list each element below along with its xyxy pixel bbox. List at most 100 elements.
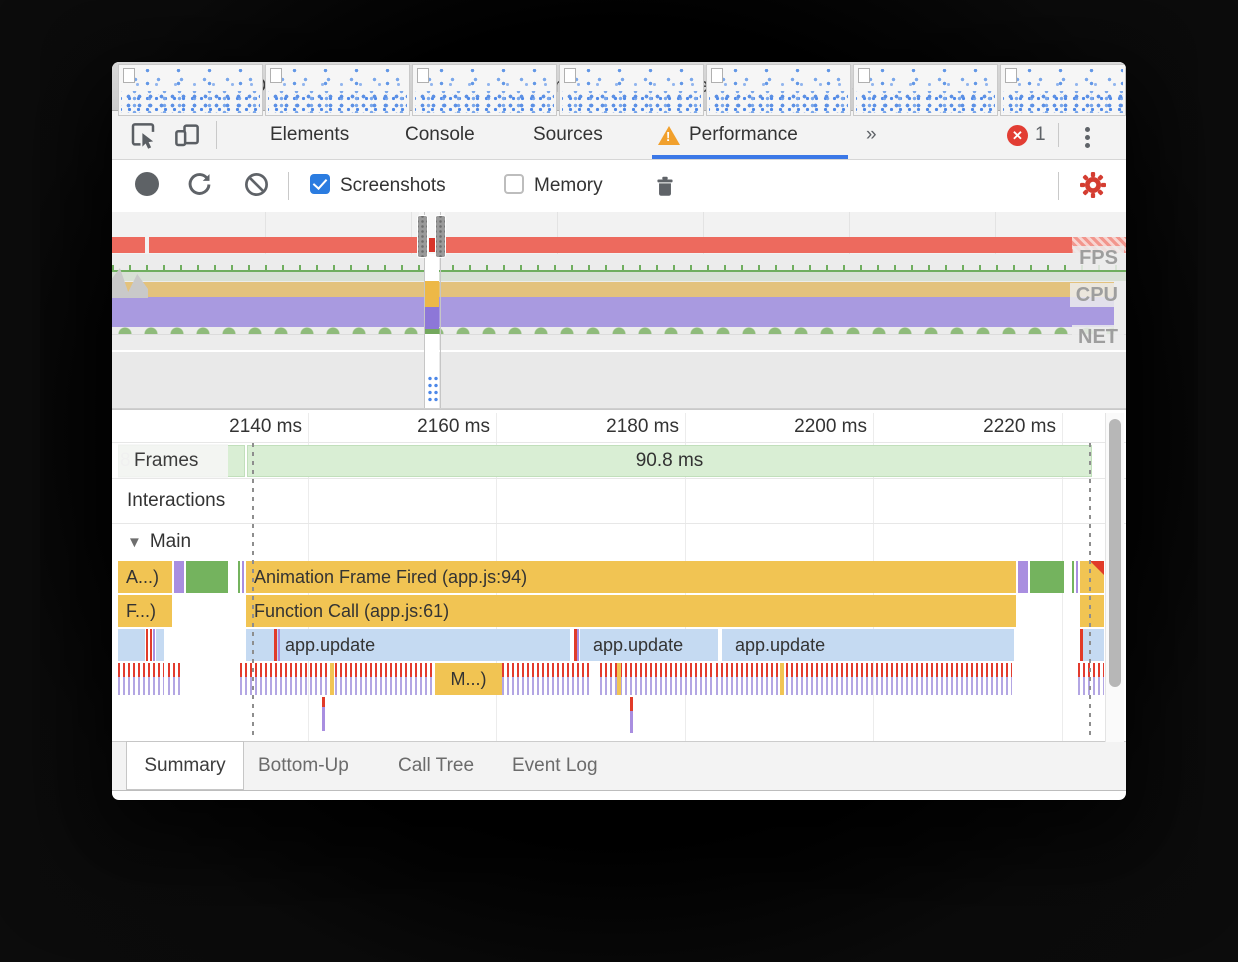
more-tabs-chevron[interactable]: » [866, 111, 877, 159]
flame-event-clipped[interactable]: A...) [118, 561, 172, 593]
active-tab-underline [652, 155, 848, 159]
row-divider [112, 442, 1126, 443]
toolbar-divider [216, 121, 217, 149]
screenshot-filmstrip [112, 352, 1126, 409]
tab-event-log[interactable]: Event Log [512, 742, 598, 790]
warning-icon [658, 126, 680, 145]
tab-elements[interactable]: Elements [270, 111, 349, 159]
thumbnail-ui-chrome [270, 68, 282, 83]
fps-lane-label: FPS [1073, 246, 1124, 270]
flame-chart-pane: 2140 ms 2160 ms 2180 ms 2200 ms 2220 ms … [112, 409, 1126, 742]
dense-layout-events[interactable] [502, 663, 592, 695]
thumbnail-ui-chrome [123, 68, 135, 83]
flame-event-clipped-right[interactable] [1080, 595, 1104, 627]
flame-sliver [330, 663, 334, 695]
tabbar-divider [1058, 123, 1059, 147]
dense-layout-events[interactable] [716, 663, 1012, 695]
flame-event-minor-gc[interactable]: M...) [435, 663, 502, 695]
js-frame[interactable] [1083, 629, 1104, 661]
interactions-row-label: Interactions [127, 490, 226, 511]
flame-sliver [242, 561, 244, 593]
js-frame-app-update[interactable]: app.update [580, 629, 718, 661]
flame-sliver [274, 629, 277, 661]
flame-event-rendering[interactable] [1018, 561, 1028, 593]
thumbnail-ui-chrome [564, 68, 576, 83]
error-badge-icon[interactable]: ✕ [1007, 125, 1028, 146]
flame-sliver [153, 629, 155, 661]
memory-label[interactable]: Memory [534, 160, 603, 212]
frames-row-label: Frames [118, 444, 228, 478]
main-track-header[interactable]: ▼ Main [127, 525, 191, 559]
flame-event-function-call[interactable]: Function Call (app.js:61) [246, 595, 1016, 627]
frame-boundary-marker [252, 443, 254, 735]
thumbnail-ui-chrome [417, 68, 429, 83]
inspect-element-icon[interactable] [128, 120, 158, 150]
vertical-scrollbar[interactable] [1105, 413, 1124, 742]
filmstrip-thumbnail[interactable] [412, 64, 557, 116]
frame-duration-label: 90.8 ms [635, 450, 704, 471]
row-divider [112, 478, 1126, 479]
cpu-lane-label: CPU [1069, 283, 1124, 307]
screenshots-label[interactable]: Screenshots [340, 160, 446, 212]
collapse-arrow-icon[interactable]: ▼ [127, 534, 142, 551]
js-frame-app-update[interactable]: app.update [722, 629, 1014, 661]
filmstrip-thumbnail[interactable] [559, 64, 704, 116]
detail-tick: 2140 ms [229, 416, 302, 437]
tab-sources[interactable]: Sources [533, 111, 603, 159]
net-lane-label: NET [1072, 325, 1124, 349]
detail-tick: 2200 ms [794, 416, 867, 437]
device-toolbar-icon[interactable] [172, 120, 202, 150]
flame-event-clipped[interactable]: F...) [118, 595, 172, 627]
tab-bottom-up[interactable]: Bottom-Up [258, 742, 349, 790]
tab-performance[interactable]: Performance [689, 111, 798, 159]
detail-tick: 2180 ms [606, 416, 679, 437]
js-frame[interactable] [156, 629, 164, 661]
filmstrip-thumbnail[interactable] [1000, 64, 1126, 116]
detail-tick: 2220 ms [983, 416, 1056, 437]
flame-event-clipped-right[interactable] [1080, 561, 1104, 593]
frame-boundary-marker [1089, 443, 1091, 735]
panel-tab-bar: Elements Console Sources Performance » ✕… [112, 111, 1126, 160]
trash-icon[interactable] [652, 173, 678, 199]
flame-sliver [278, 629, 280, 661]
fps-chart-fill [112, 272, 1126, 281]
dense-layout-events[interactable] [1078, 663, 1104, 695]
kebab-menu-icon[interactable] [1085, 124, 1090, 151]
clear-recording-icon[interactable] [243, 171, 270, 198]
filmstrip-thumbnail[interactable] [118, 64, 263, 116]
dense-layout-events[interactable] [240, 663, 435, 695]
flame-event-rendering[interactable] [174, 561, 184, 593]
thumbnail-ui-chrome [858, 68, 870, 83]
scrollbar-thumb[interactable] [1109, 419, 1121, 687]
dense-layout-events[interactable] [118, 663, 164, 695]
toolbar-divider [1058, 172, 1059, 200]
dense-layout-events[interactable] [168, 663, 182, 695]
flame-sliver [146, 629, 148, 661]
tab-summary[interactable]: Summary [126, 741, 244, 790]
tab-console[interactable]: Console [405, 111, 475, 159]
error-count: 1 [1035, 124, 1046, 145]
record-button[interactable] [135, 172, 159, 196]
capture-settings-gear-icon[interactable] [1078, 170, 1108, 200]
filmstrip-thumbnail[interactable] [706, 64, 851, 116]
js-frame-app-update[interactable]: app.update [246, 629, 570, 661]
selection-cpu-scripting [425, 281, 439, 307]
cpu-scripting-area [112, 282, 1114, 297]
flame-event-painting[interactable] [1030, 561, 1064, 593]
flame-event-animation-frame[interactable]: Animation Frame Fired (app.js:94) [246, 561, 1016, 593]
devtools-window: Developer Tools - https://googlechrome.g… [112, 62, 1126, 800]
memory-checkbox[interactable] [504, 174, 524, 194]
filmstrip-thumbnail[interactable] [265, 64, 410, 116]
screenshots-checkbox[interactable] [310, 174, 330, 194]
flame-event-painting[interactable] [186, 561, 228, 593]
flame-sliver [238, 561, 240, 593]
selection-right-handle[interactable] [435, 215, 446, 258]
selection-left-handle[interactable] [417, 215, 428, 258]
tab-call-tree[interactable]: Call Tree [398, 742, 474, 790]
flame-sliver [617, 663, 621, 695]
filmstrip-thumbnail[interactable] [853, 64, 998, 116]
flame-sliver [150, 629, 152, 661]
reload-record-button[interactable] [186, 171, 213, 198]
thumbnail-ui-chrome [1005, 68, 1017, 83]
js-frame[interactable] [118, 629, 145, 661]
